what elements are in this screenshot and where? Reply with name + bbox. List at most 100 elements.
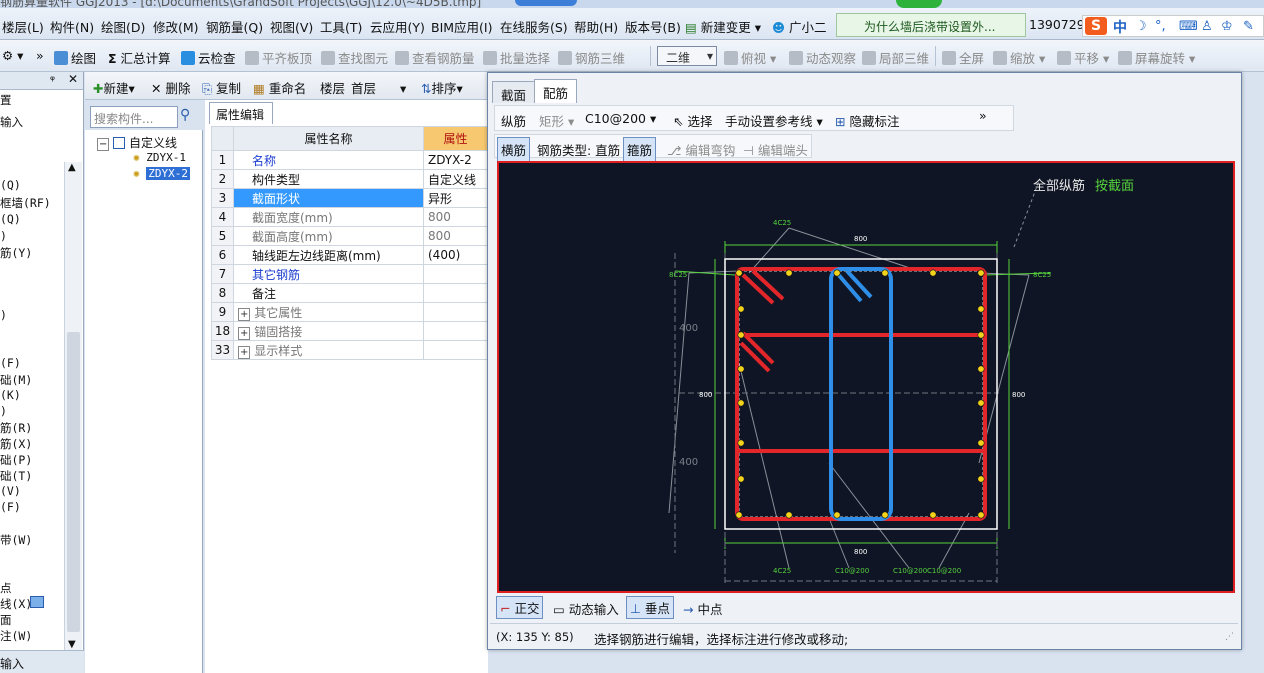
chevron-up-icon[interactable]: ▲ [68, 162, 76, 173]
collapse-icon[interactable]: − [97, 138, 110, 151]
toolbar-chevron-icon[interactable]: » [979, 108, 987, 123]
rebar-bar[interactable] [929, 269, 937, 277]
transverse-button[interactable]: 横筋 [497, 137, 531, 162]
rebar-bar[interactable] [977, 511, 985, 519]
shirt-icon[interactable]: ♔ [1221, 19, 1233, 34]
rebar-bar[interactable] [977, 439, 985, 447]
nav-item[interactable]: 注(W) [0, 628, 32, 644]
local-3d-button[interactable]: 局部三维 [862, 48, 929, 67]
rebar-bar[interactable] [735, 269, 743, 277]
menu-cloud[interactable]: 云应用(Y) [370, 17, 425, 36]
rebar-label-4c25-bottom[interactable]: 4C25 [773, 567, 791, 575]
select-button[interactable]: ⇖ 选择 [673, 111, 712, 130]
nav-item[interactable]: (V) [0, 484, 21, 498]
rebar-bar[interactable] [785, 511, 793, 519]
stirrup-button[interactable]: 箍筋 [623, 137, 657, 162]
pan-button[interactable]: 平移 ▾ [1057, 48, 1109, 67]
menu-help[interactable]: 帮助(H) [574, 17, 618, 36]
section-canvas[interactable]: 全部纵筋 按截面 800 800 800 800 400 400 4C25 8C… [497, 161, 1235, 593]
dynamic-input-toggle[interactable]: ▭ 动态输入 [550, 598, 622, 619]
table-row[interactable]: 18 + 锚固搭接 [211, 321, 488, 341]
spec-select[interactable]: C10@200 ▾ [585, 111, 656, 126]
rebar-3d-button[interactable]: 钢筋三维 [558, 48, 625, 67]
tree-root[interactable]: − 自定义线 [97, 134, 177, 151]
nav-item[interactable]: (K) [0, 388, 21, 402]
rotate-button[interactable]: 屏幕旋转 ▾ [1118, 48, 1195, 67]
perpendicular-toggle[interactable]: ⊥ 垂点 [626, 596, 674, 619]
dim-bottom-label[interactable]: 800 [854, 548, 867, 556]
component-search-input[interactable]: 搜索构件... [90, 106, 178, 128]
rebar-bar[interactable] [833, 269, 841, 277]
hide-mark-button[interactable]: ⊞ 隐藏标注 [835, 111, 899, 130]
view-mode-select[interactable]: 二维 ▾ [657, 46, 717, 66]
tab-property-edit[interactable]: 属性编辑 [209, 102, 273, 124]
nav-item[interactable]: ) [0, 404, 7, 418]
menu-tools[interactable]: 工具(T) [320, 17, 362, 36]
nav-item[interactable]: 面 [0, 612, 12, 628]
bottom-tab[interactable]: 输入 [0, 650, 84, 673]
rebar-bar[interactable] [977, 269, 985, 277]
ime-language[interactable]: 中 [1113, 17, 1127, 37]
search-icon[interactable]: ⚲ [180, 107, 200, 127]
draw-button[interactable]: 绘图 [54, 48, 96, 67]
top-view-button[interactable]: 俯视 ▾ [724, 48, 776, 67]
rebar-bar[interactable] [929, 511, 937, 519]
menu-component[interactable]: 构件(N) [50, 17, 94, 36]
table-row[interactable]: 1 名称 ZDYX-2 [211, 150, 488, 170]
dim-left-label[interactable]: 800 [699, 391, 712, 399]
pin-icon[interactable]: ᵠ [50, 73, 55, 87]
menu-version[interactable]: 版本号(B) [625, 17, 681, 36]
edit-hook-button[interactable]: ⎇ 编辑弯钩 [667, 140, 735, 159]
floor-select[interactable]: 首层 ▾ [351, 78, 406, 97]
stirrup-label[interactable]: C10@200 [835, 567, 869, 575]
table-row[interactable]: 2 构件类型 自定义线 [211, 169, 488, 189]
rebar-bar[interactable] [977, 475, 985, 483]
keyboard-icon[interactable]: ⌨ [1179, 19, 1198, 34]
edit-end-button[interactable]: ⊣ 编辑端头 [743, 140, 808, 159]
cloud-check-button[interactable]: 云检查 [181, 48, 236, 67]
moon-icon[interactable]: ☽ [1135, 19, 1147, 34]
find-element-button[interactable]: 查找图元 [321, 48, 388, 67]
sum-calc-button[interactable]: Σ 汇总计算 [108, 48, 171, 67]
left-scrollbar[interactable]: ▲ ▼ [64, 162, 82, 650]
chevron-down-icon[interactable]: ▼ [68, 639, 76, 650]
rebar-bar[interactable] [833, 511, 841, 519]
rebar-bar[interactable] [881, 511, 889, 519]
nav-item[interactable]: (F) [0, 356, 21, 370]
nav-item[interactable]: 础(T) [0, 468, 32, 484]
rebar-bar[interactable] [977, 365, 985, 373]
punctuation-icon[interactable]: °, [1155, 19, 1166, 34]
qa-search-box[interactable]: 为什么墙后浇带设置外... [836, 13, 1026, 37]
nav-item[interactable]: 筋(R) [0, 420, 32, 436]
nav-item[interactable]: 框墙(RF) [0, 195, 51, 211]
nav-item[interactable]: 线(X) [0, 596, 32, 612]
shape-select[interactable]: 矩形 ▾ [539, 111, 574, 130]
section-drawing[interactable]: 全部纵筋 按截面 800 800 800 800 400 400 4C25 8C… [499, 163, 1233, 591]
tab-section[interactable]: 截面 [492, 81, 536, 103]
scroll-thumb[interactable] [67, 332, 80, 632]
outer-stirrup[interactable] [735, 267, 987, 521]
menu-draw[interactable]: 绘图(D) [101, 17, 145, 36]
sort-button[interactable]: ⇅排序▾ [421, 78, 463, 97]
dim-top-label[interactable]: 800 [854, 235, 867, 243]
inner-stirrup[interactable] [829, 267, 893, 521]
user-icon[interactable]: ♙ [1201, 19, 1213, 34]
nav-item[interactable]: 置 [0, 92, 12, 108]
table-row[interactable]: 8 备注 [211, 283, 488, 303]
menu-online[interactable]: 在线服务(S) [500, 17, 568, 36]
menu-modify[interactable]: 修改(M) [153, 17, 199, 36]
table-row[interactable]: 5 截面高度(mm) 800 [211, 226, 488, 246]
stirrup-label[interactable]: C10@200 [927, 567, 961, 575]
rebar-bar[interactable] [737, 399, 745, 407]
expand-icon[interactable]: + [238, 345, 251, 359]
menu-rebar-qty[interactable]: 钢筋量(Q) [206, 17, 263, 36]
resize-grip-icon[interactable]: ⋰ [1225, 632, 1234, 642]
nav-item[interactable]: ) [0, 229, 7, 243]
nav-item[interactable]: 点 [0, 580, 12, 596]
rebar-bar[interactable] [977, 305, 985, 313]
longitudinal-button[interactable]: 纵筋 [501, 111, 526, 130]
nav-item[interactable]: 输入 [0, 114, 23, 130]
new-change-menu[interactable]: ▤ 新建变更 ▾ [685, 17, 761, 36]
nav-item[interactable]: ) [0, 308, 7, 322]
wrench-icon[interactable]: ✎ [1243, 19, 1254, 34]
